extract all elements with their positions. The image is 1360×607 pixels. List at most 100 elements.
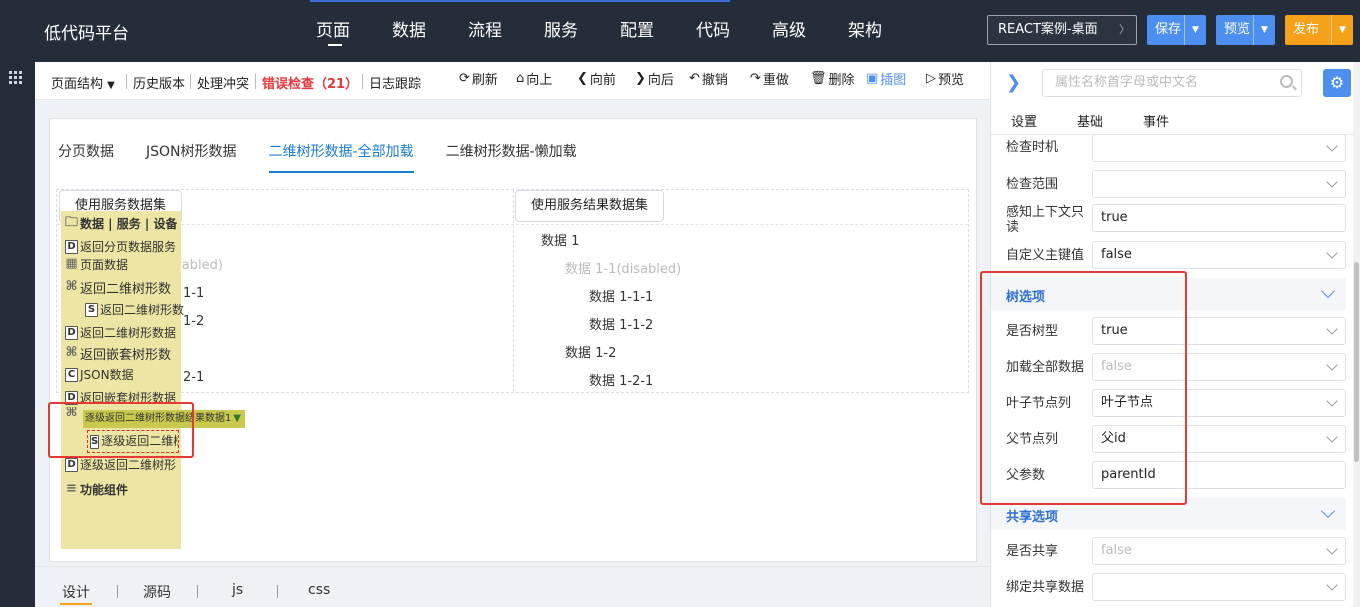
list-item[interactable]: ⌘ 返回嵌套树形数	[65, 344, 172, 364]
list-item[interactable]: ⌘ 返回二维树形数	[65, 278, 172, 298]
property-select[interactable]: false	[1092, 241, 1346, 269]
list-item[interactable]: C JSON数据	[65, 366, 134, 383]
property-select[interactable]	[1092, 573, 1346, 601]
nav-item-data[interactable]: 数据	[392, 0, 468, 62]
go-up-button[interactable]: ⌂ 向上	[516, 69, 552, 88]
go-forward-button[interactable]: ❯ 向后	[635, 69, 674, 88]
save-button-label: 保存	[1155, 22, 1182, 37]
error-check-link[interactable]: 错误检查（21）	[262, 73, 358, 92]
tab-events[interactable]: 事件	[1143, 111, 1169, 130]
property-value: false	[1101, 247, 1132, 262]
tab-js[interactable]: js	[232, 582, 243, 598]
use-service-result-dataset-button[interactable]: 使用服务结果数据集	[515, 190, 665, 222]
tab-settings[interactable]: 设置	[1011, 111, 1037, 130]
tab-design[interactable]: 设计	[60, 582, 92, 605]
refresh-label: 刷新	[471, 73, 498, 88]
c-icon: C	[65, 367, 78, 382]
editor-toolbar: 页面结构 ▼ 历史版本 处理冲突 错误检查（21） 日志跟踪 ⟳ 刷新 ⌂ 向上 ❮…	[35, 62, 990, 100]
tab-json-tree-data[interactable]: JSON树形数据	[146, 141, 237, 173]
insert-image-button[interactable]: ▣ 插图	[866, 69, 906, 88]
preview-page-label: 预览	[938, 73, 965, 88]
refresh-button[interactable]: ⟳ 刷新	[459, 69, 498, 88]
tree-node[interactable]: 数据 1-2	[565, 342, 616, 361]
property-select[interactable]	[1092, 134, 1346, 162]
section-title: 共享选项	[1006, 510, 1059, 525]
list-item[interactable]: D 返回分页数据服务	[65, 238, 176, 255]
nav-item-advanced[interactable]: 高级	[772, 0, 848, 62]
tab-paged-data[interactable]: 分页数据	[58, 141, 114, 173]
preview-page-button[interactable]: ▷ 预览	[926, 69, 964, 88]
chevron-down-icon	[1326, 543, 1338, 555]
property-search-input[interactable]: 属性名称首字母或中文名	[1042, 69, 1302, 97]
home-up-icon: ⌂	[516, 71, 525, 86]
bottom-tab-bar: 设计 源码 js css	[35, 566, 990, 607]
tree-node[interactable]: 1-2	[183, 314, 204, 329]
grid-menu-icon[interactable]	[9, 71, 22, 84]
tree-node[interactable]: 数据 1	[541, 230, 579, 249]
list-item[interactable]: S 返回二维树形数	[85, 301, 184, 318]
tree-node[interactable]: 数据 1-1(disabled)	[565, 258, 681, 277]
nav-item-flow[interactable]: 流程	[468, 0, 544, 62]
chevron-right-icon[interactable]: ❯	[1006, 72, 1021, 93]
property-label: 自定义主键值	[1006, 248, 1085, 263]
preview-dropdown-caret-icon[interactable]: ▼	[1253, 15, 1275, 45]
d-icon: D	[65, 325, 78, 340]
publish-button[interactable]: 发布 ▼	[1285, 15, 1353, 45]
tree-panels: 使用服务数据集 使用服务结果数据集 sabled) 1-1 1-2 2-1 数据…	[56, 189, 969, 393]
publish-dropdown-caret-icon[interactable]: ▼	[1331, 15, 1353, 45]
list-item[interactable]: ≡ 功能组件	[65, 481, 128, 498]
redo-label: 重做	[762, 73, 789, 88]
tree-node[interactable]: 数据 1-1-1	[589, 286, 653, 305]
environment-select[interactable]: REACT案例-桌面 〉	[987, 15, 1137, 45]
save-dropdown-caret-icon[interactable]: ▼	[1184, 15, 1206, 45]
tree-node[interactable]: 2-1	[183, 370, 204, 385]
property-label: 感知上下文只读	[1006, 205, 1085, 235]
property-scrollbar-thumb[interactable]	[1354, 262, 1359, 462]
property-input[interactable]: true	[1092, 204, 1346, 232]
property-select[interactable]	[1092, 170, 1346, 198]
tab-basic[interactable]: 基础	[1077, 111, 1103, 130]
tree-node[interactable]: 数据 1-2-1	[589, 370, 653, 389]
property-value: true	[1101, 210, 1128, 225]
search-icon	[1280, 75, 1293, 88]
tab-source[interactable]: 源码	[143, 582, 171, 602]
tree-node[interactable]: 数据 1-1-2	[589, 314, 653, 333]
resolve-conflict-link[interactable]: 处理冲突	[197, 73, 249, 92]
save-button[interactable]: 保存 ▼	[1147, 15, 1206, 45]
nav-item-page[interactable]: 页面	[316, 0, 392, 62]
tree-node[interactable]: sabled)	[175, 258, 223, 273]
go-up-label: 向上	[526, 73, 553, 88]
redo-button[interactable]: ↷ 重做	[750, 69, 789, 88]
property-label: 检查范围	[1006, 177, 1059, 192]
chevron-down-icon[interactable]: ▼	[233, 410, 241, 428]
history-version-link[interactable]: 历史版本	[133, 73, 185, 92]
list-item[interactable]: D 逐级返回二维树形	[65, 456, 176, 473]
nav-item-architecture[interactable]: 架构	[848, 0, 924, 62]
tab-2d-tree-full-load[interactable]: 二维树形数据-全部加载	[268, 141, 414, 173]
nav-item-config[interactable]: 配置	[620, 0, 696, 62]
nav-item-service[interactable]: 服务	[544, 0, 620, 62]
undo-label: 撤销	[701, 73, 728, 88]
tree-node[interactable]: 1-1	[183, 286, 204, 301]
preview-button[interactable]: 预览 ▼	[1216, 15, 1275, 45]
nav-item-code[interactable]: 代码	[696, 0, 772, 62]
log-trace-link[interactable]: 日志跟踪	[369, 73, 421, 92]
tab-css[interactable]: css	[308, 582, 330, 598]
list-item-label: 返回二维树形数	[80, 282, 172, 297]
delete-button[interactable]: 🗑 删除	[810, 69, 855, 88]
list-item-label: 返回嵌套树形数	[80, 348, 172, 363]
list-item[interactable]: 🗀 数据 | 服务 | 设备	[65, 215, 177, 232]
gear-icon: ⚙	[1329, 73, 1345, 92]
go-back-label: 向前	[589, 73, 616, 88]
list-item[interactable]: D 返回二维树形数据	[65, 324, 176, 341]
list-item-label: 返回二维树形数	[100, 303, 185, 317]
chevron-down-icon: 〉	[1119, 23, 1130, 36]
highlight-box-left	[48, 402, 194, 458]
list-item[interactable]: ▦ 页面数据	[65, 256, 128, 273]
property-select[interactable]: false	[1092, 537, 1346, 565]
page-structure-menu[interactable]: 页面结构 ▼	[51, 73, 115, 92]
go-back-button[interactable]: ❮ 向前	[577, 69, 616, 88]
undo-button[interactable]: ↶ 撤销	[689, 69, 728, 88]
tab-2d-tree-lazy-load[interactable]: 二维树形数据-懒加载	[446, 141, 577, 173]
settings-button[interactable]: ⚙	[1323, 69, 1351, 97]
